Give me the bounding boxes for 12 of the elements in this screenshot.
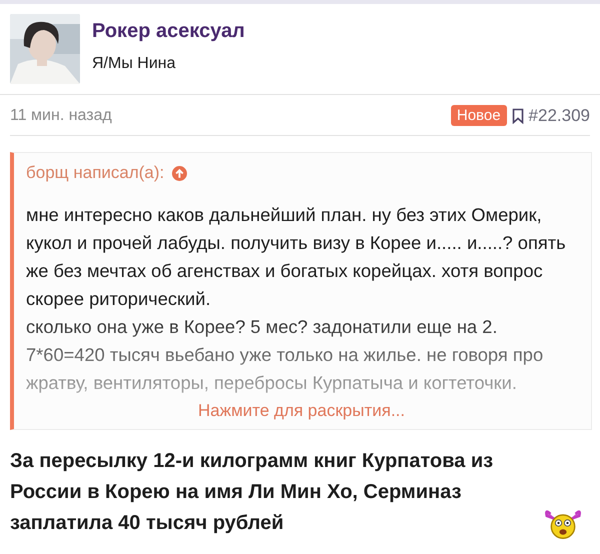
bookmark-icon[interactable] — [512, 108, 524, 124]
quote-author[interactable]: борщ написал(а): — [26, 163, 164, 183]
quote-text: мне интересно каков дальнейший план. ну без этих Омерик, кукол и прочей лабуды. получить визу в Корее и..... и.....? опять же без мечтах об агенствах и богатых корейцах. хотя вопрос скорее риторический. — [26, 203, 567, 311]
expand-link[interactable]: Нажмите для раскрытия... — [198, 401, 405, 420]
quote-text: сколько она уже в Корее? 5 мес? задонатили еще на 2. 7*60=420 тысяч вьебано уже только на жилье. не говоря про жратву, вентиляторы, перебросы Курпатыча и когтеточки. — [26, 315, 544, 395]
post-time[interactable]: 11 мин. назад — [10, 106, 112, 124]
new-badge: Новое — [450, 105, 507, 126]
username-link[interactable]: Рокер асексуал — [92, 20, 245, 43]
user-title: Я/Мы Нина — [92, 55, 176, 73]
message-text: За пересылку 12-и килограмм книг Курпатова из России в Корею на имя Ли Мин Хо, Серминаз заплатила 40 тысяч рублей — [10, 449, 494, 536]
post-number-link[interactable]: #22.309 — [528, 106, 590, 126]
arrow-up-icon[interactable] — [172, 166, 188, 180]
